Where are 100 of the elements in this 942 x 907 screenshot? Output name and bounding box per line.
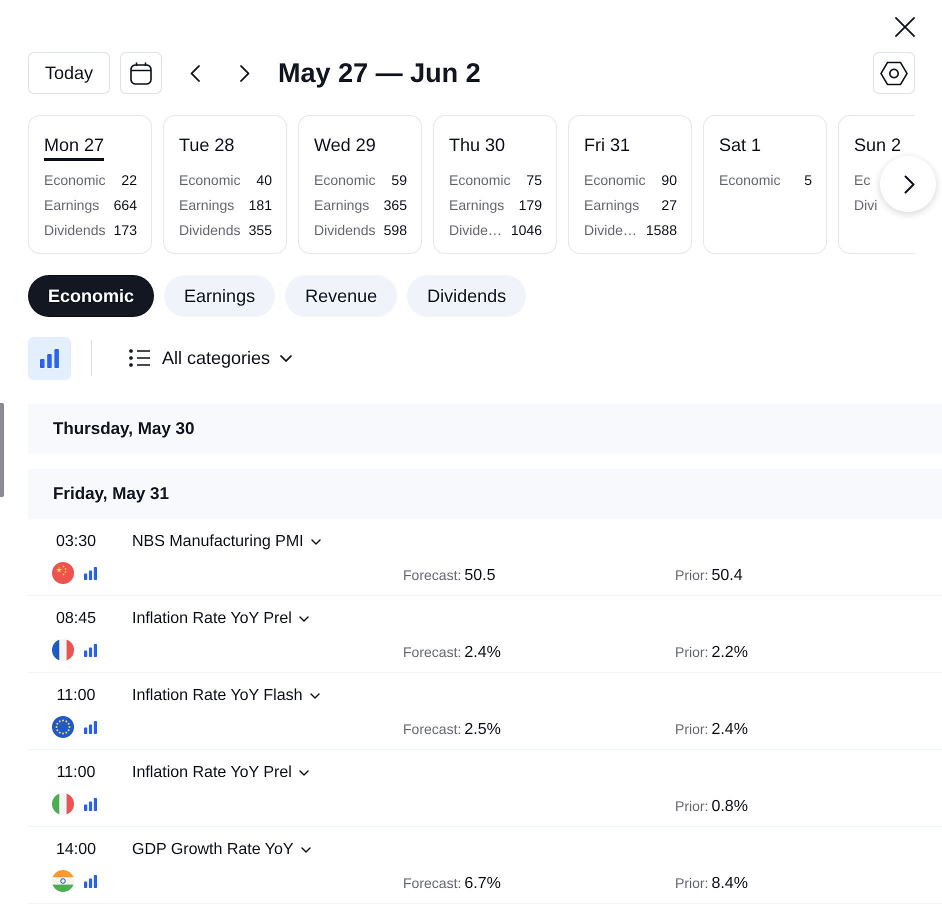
day-title: Tue 28 bbox=[179, 134, 234, 157]
caret-icon bbox=[280, 354, 292, 362]
count-value: 181 bbox=[248, 196, 272, 212]
event-name[interactable]: Inflation Rate YoY Flash bbox=[132, 685, 320, 707]
scrollbar-thumb[interactable] bbox=[0, 403, 4, 497]
count-label: Ec bbox=[854, 172, 870, 188]
chevron-left-icon[interactable] bbox=[190, 64, 200, 82]
count-label: Dividends bbox=[314, 222, 376, 238]
count-value: 22 bbox=[121, 172, 137, 188]
count-label: Earnings bbox=[584, 196, 640, 212]
count-value: 1588 bbox=[646, 222, 677, 238]
today-button[interactable]: Today bbox=[28, 52, 110, 94]
prior-label: Prior: bbox=[675, 721, 708, 737]
day-card[interactable]: Tue 28 Economic 40 Earnings 181 Dividends 355 bbox=[163, 115, 287, 254]
count-label: Earnings bbox=[44, 196, 100, 212]
prior-value: 2.4% bbox=[711, 721, 748, 739]
event-time: 14:00 bbox=[56, 840, 96, 860]
list-icon bbox=[129, 349, 150, 367]
chevron-right-icon[interactable] bbox=[240, 64, 250, 82]
count-label: Divide… bbox=[584, 222, 637, 238]
settings-button[interactable] bbox=[873, 52, 915, 94]
count-label: Economic bbox=[584, 172, 646, 188]
day-card[interactable]: Fri 31 Economic 90 Earnings 27 Divide… 1588 bbox=[568, 115, 692, 254]
count-value: 1046 bbox=[510, 222, 542, 238]
forecast-value: 6.7% bbox=[464, 875, 501, 893]
forecast-value: 50.5 bbox=[464, 567, 496, 585]
event-time: 03:30 bbox=[56, 532, 96, 552]
event-time: 08:45 bbox=[56, 609, 96, 629]
count-value: 59 bbox=[391, 172, 407, 188]
importance-icon bbox=[84, 874, 97, 888]
count-label: Dividends bbox=[179, 222, 240, 238]
forecast-value: 2.5% bbox=[464, 721, 501, 739]
day-title: Fri 31 bbox=[584, 134, 630, 157]
day-title: Wed 29 bbox=[314, 134, 376, 157]
day-card[interactable]: Mon 27 Economic 22 Earnings 664 Dividends 173 bbox=[28, 115, 152, 254]
count-value: 90 bbox=[661, 172, 677, 188]
caret-icon bbox=[310, 539, 321, 545]
event-time: 11:00 bbox=[56, 763, 96, 783]
bar-chart-button[interactable] bbox=[28, 336, 71, 380]
count-label: Divi bbox=[854, 196, 878, 212]
count-label: Earnings bbox=[314, 196, 370, 212]
count-value: 173 bbox=[114, 222, 137, 238]
day-card[interactable]: Wed 29 Economic 59 Earnings 365 Dividends 598 bbox=[298, 115, 422, 254]
caret-icon bbox=[298, 770, 309, 776]
day-title: Sun 2 bbox=[854, 134, 902, 157]
prior-value: 8.4% bbox=[711, 875, 748, 893]
count-value: 355 bbox=[248, 222, 272, 238]
forecast-label: Forecast: bbox=[403, 721, 462, 737]
day-title: Sat 1 bbox=[719, 134, 762, 157]
eu-flag-icon bbox=[52, 716, 74, 738]
count-label: Dividends bbox=[44, 222, 106, 238]
count-value: 5 bbox=[804, 172, 812, 188]
day-card[interactable]: Sat 1 Economic 5 bbox=[703, 115, 827, 254]
category-tab[interactable]: Revenue bbox=[285, 275, 398, 317]
count-label: Economic bbox=[44, 172, 106, 188]
event-time: 11:00 bbox=[56, 686, 96, 706]
event-name[interactable]: NBS Manufacturing PMI bbox=[132, 531, 321, 553]
prior-value: 0.8% bbox=[711, 798, 748, 816]
count-label: Economic bbox=[314, 172, 376, 188]
calendar-icon bbox=[130, 62, 152, 84]
prior-label: Prior: bbox=[675, 875, 708, 891]
date-range-title: May 27 — Jun 2 bbox=[278, 57, 481, 90]
count-label: Economic bbox=[449, 172, 510, 188]
importance-icon bbox=[84, 720, 97, 734]
china-flag-icon bbox=[52, 562, 74, 584]
event-name[interactable]: Inflation Rate YoY Prel bbox=[132, 608, 309, 630]
prior-value: 50.4 bbox=[711, 567, 743, 585]
category-tab[interactable]: Earnings bbox=[164, 275, 276, 317]
calendar-button[interactable] bbox=[120, 52, 162, 94]
count-value: 598 bbox=[384, 222, 407, 238]
count-value: 40 bbox=[256, 172, 272, 188]
prior-value: 2.2% bbox=[711, 644, 748, 662]
category-tab[interactable]: Dividends bbox=[407, 275, 526, 317]
day-title: Thu 30 bbox=[449, 134, 506, 157]
forecast-value: 2.4% bbox=[464, 644, 501, 662]
count-value: 179 bbox=[518, 196, 542, 212]
caret-icon bbox=[298, 616, 309, 622]
category-dropdown[interactable]: All categories bbox=[129, 348, 292, 368]
count-value: 365 bbox=[384, 196, 407, 212]
category-tab[interactable]: Economic bbox=[28, 275, 154, 317]
day-header: Friday, May 31 bbox=[28, 469, 942, 519]
settings-icon bbox=[880, 60, 908, 86]
count-label: Economic bbox=[719, 172, 780, 188]
france-flag-icon bbox=[52, 639, 74, 661]
prior-label: Prior: bbox=[675, 798, 708, 814]
close-icon[interactable] bbox=[895, 17, 915, 37]
count-label: Divide… bbox=[449, 222, 502, 238]
event-name[interactable]: GDP Growth Rate YoY bbox=[132, 839, 311, 861]
count-value: 664 bbox=[114, 196, 137, 212]
chevron-right-icon bbox=[904, 174, 915, 194]
importance-icon bbox=[84, 566, 97, 580]
count-value: 27 bbox=[661, 196, 677, 212]
india-flag-icon bbox=[52, 870, 74, 892]
day-card[interactable]: Thu 30 Economic 75 Earnings 179 Divide… 1046 bbox=[433, 115, 557, 254]
event-name[interactable]: Inflation Rate YoY Prel bbox=[132, 762, 309, 784]
day-header: Thursday, May 30 bbox=[28, 404, 942, 454]
importance-icon bbox=[84, 798, 97, 810]
importance-icon bbox=[84, 644, 97, 656]
day-title: Mon 27 bbox=[44, 133, 104, 161]
bar-chart-icon bbox=[40, 348, 59, 368]
